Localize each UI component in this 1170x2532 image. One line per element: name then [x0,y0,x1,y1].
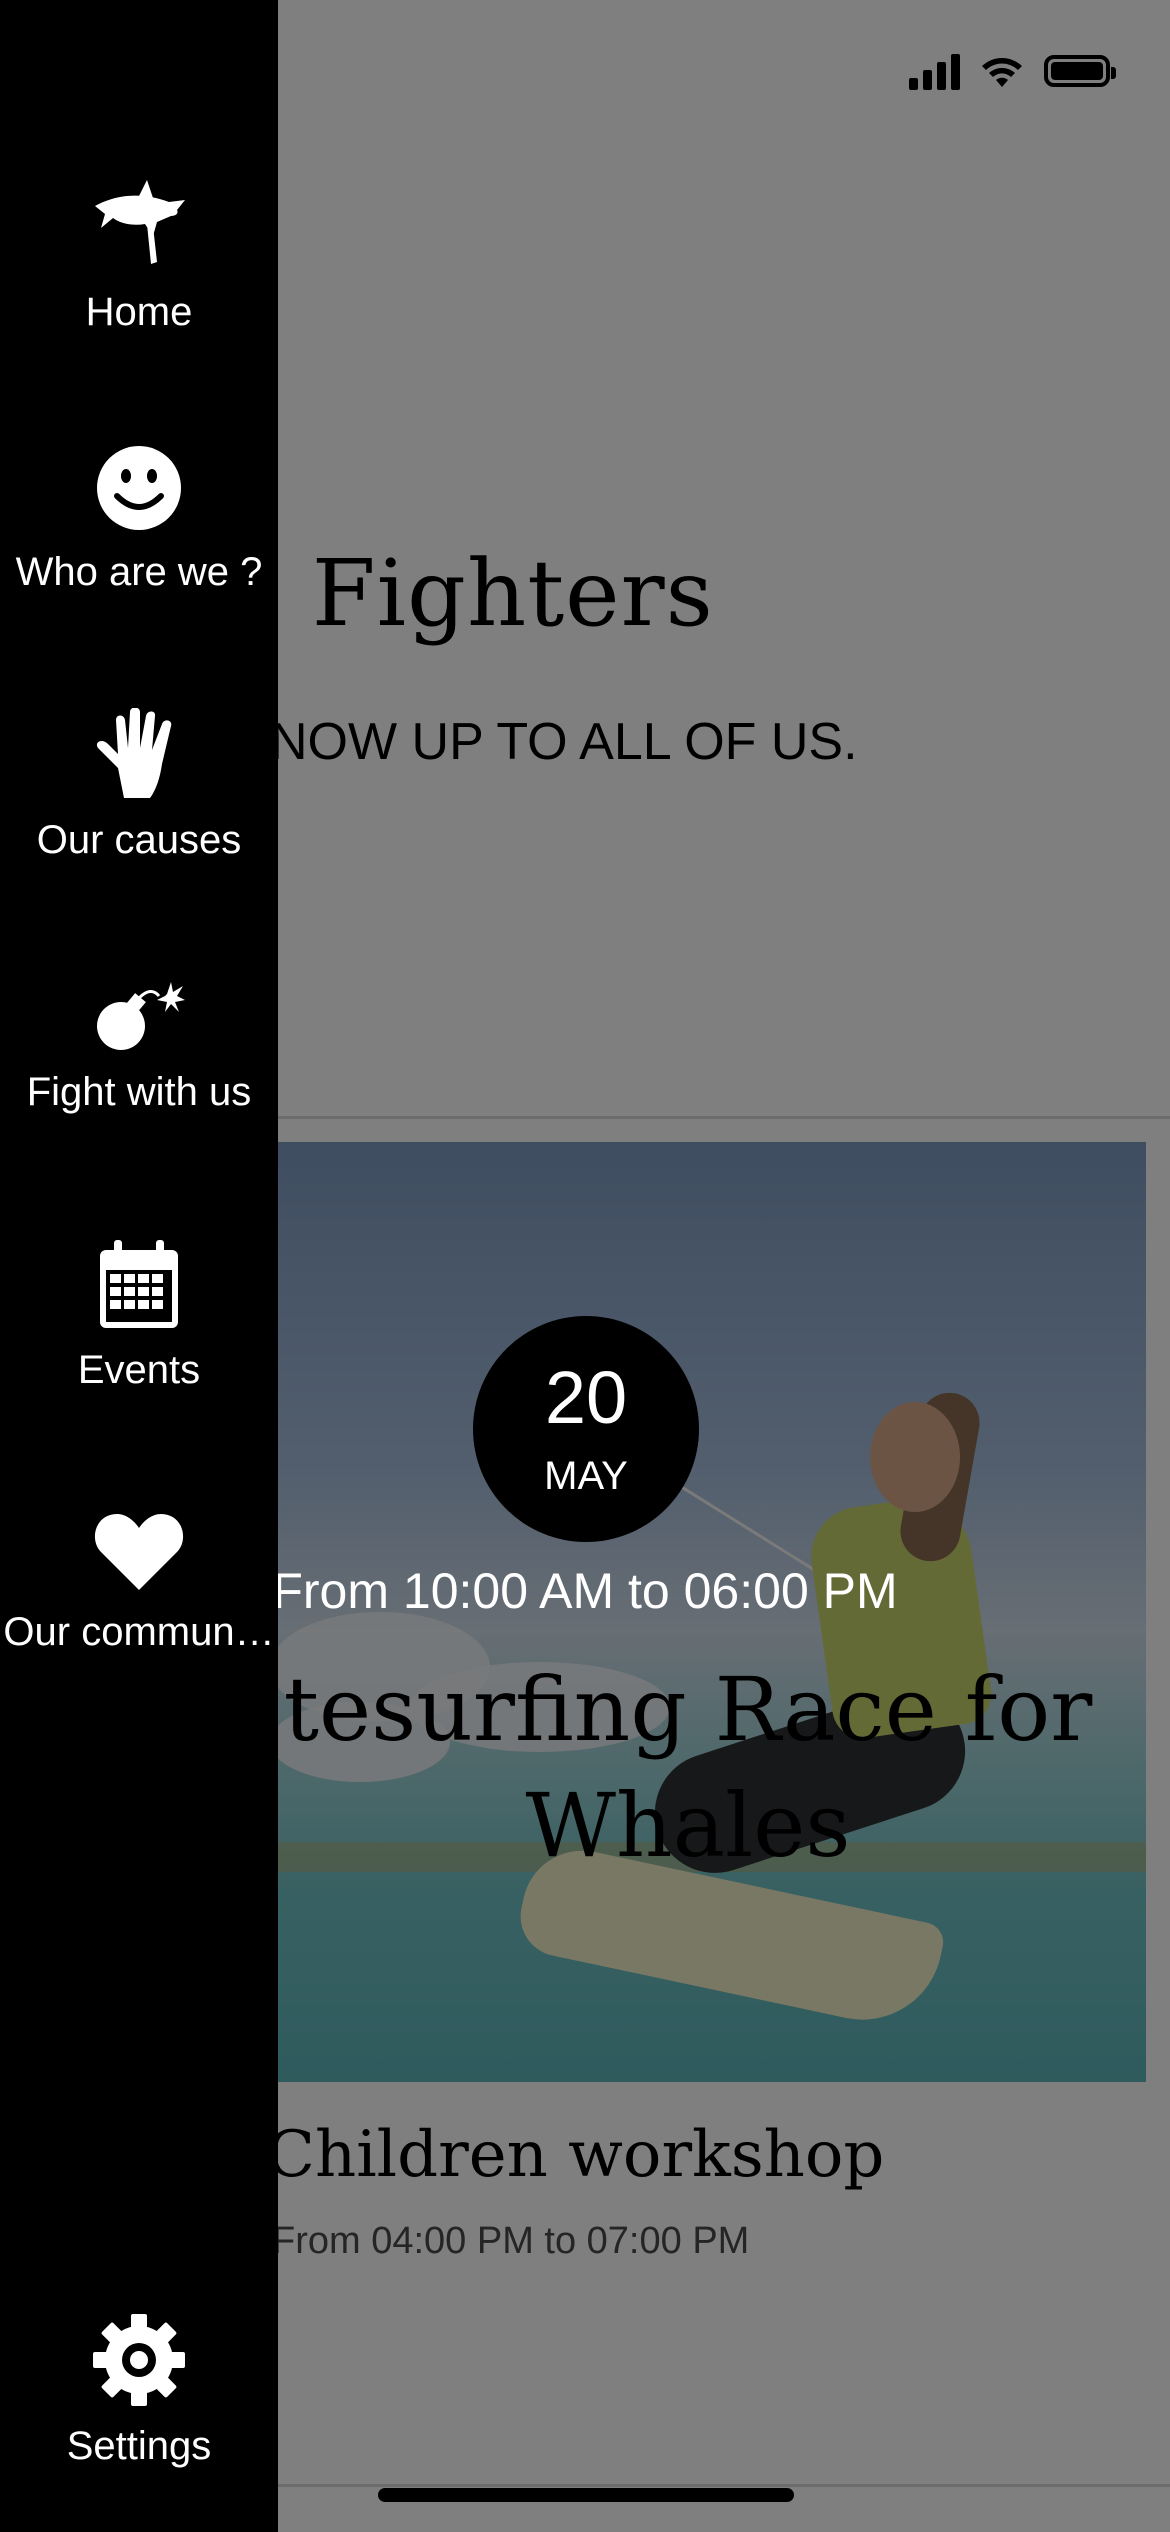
nav-item-home[interactable]: Home [0,176,278,335]
nav-item-our-causes[interactable]: Our causes [0,708,278,863]
smiley-icon [97,446,181,530]
side-drawer: Home Who are we ? Our causes Fight with … [0,0,278,2532]
heart-icon [94,1514,184,1590]
nav-item-who-are-we[interactable]: Who are we ? [0,444,278,595]
status-bar [909,52,1116,90]
event-month: MAY [544,1454,628,1498]
gear-icon [93,2314,185,2406]
battery-icon [1044,55,1116,87]
event-title[interactable]: tesurfing Race for Whales [230,1652,1146,1884]
nav-item-our-community[interactable]: Our commun… [0,1510,278,1655]
nav-label: Who are we ? [15,550,263,594]
nav-label: Fight with us [26,1070,252,1114]
event-date-badge: 20 MAY [473,1316,699,1542]
nav-label: Home [85,290,193,334]
wifi-icon [982,58,1022,87]
nav-label: Settings [66,2424,212,2468]
shark-icon [95,180,185,264]
nav-label: Events [77,1348,201,1392]
nav-item-fight-with-us[interactable]: Fight with us [0,980,278,1115]
nav-label: Our commun… [3,1610,275,1654]
calendar-icon [100,1240,178,1328]
bomb-icon [97,982,185,1050]
hand-icon [97,708,172,798]
nav-item-events[interactable]: Events [0,1240,278,1393]
nav-label: Our causes [36,818,242,862]
event-day: 20 [544,1356,628,1439]
cellular-signal-icon [909,52,960,90]
home-indicator[interactable] [378,2488,794,2502]
nav-item-settings[interactable]: Settings [0,2314,278,2469]
